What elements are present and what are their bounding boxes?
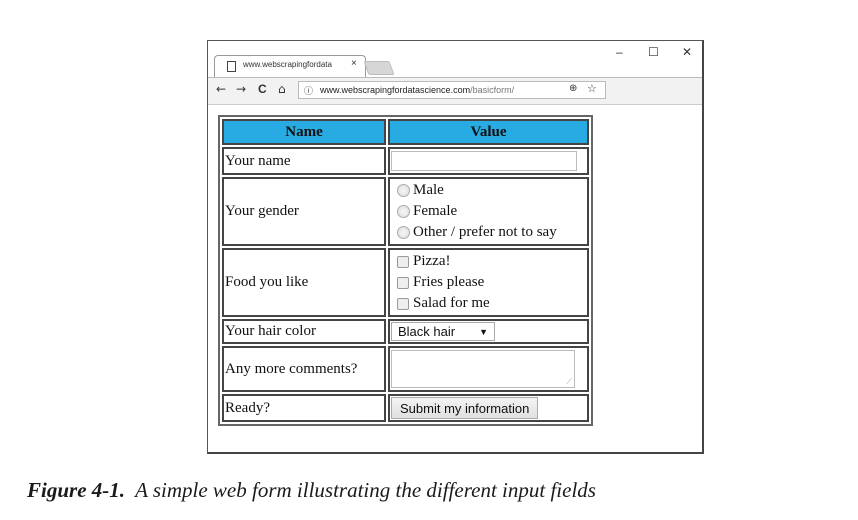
maximize-icon[interactable]: ☐: [648, 45, 659, 59]
page-icon: [227, 61, 236, 72]
form-table: Name Value Your name Your gender Male Fe…: [218, 115, 593, 426]
value-cell: Pizza! Fries please Salad for me: [388, 248, 589, 317]
option-label: Pizza!: [413, 253, 451, 269]
value-cell: [388, 147, 589, 175]
label-your-gender: Your gender: [222, 177, 386, 246]
select-value: Black hair: [398, 324, 456, 339]
forward-icon[interactable]: →: [236, 82, 246, 96]
option-label: Male: [413, 182, 444, 198]
figure-caption: Figure 4-1. A simple web form illustrati…: [27, 478, 596, 503]
title-bar: www.webscrapingfordata × – ☐ ✕: [208, 41, 702, 77]
option-label: Female: [413, 203, 458, 219]
gender-option-female[interactable]: Female: [391, 201, 586, 222]
radio-button[interactable]: [397, 226, 410, 239]
resize-grip-icon[interactable]: ⟋: [566, 377, 572, 387]
label-hair-color: Your hair color: [222, 319, 386, 344]
table-row: Your name: [222, 147, 589, 175]
comments-textarea[interactable]: ⟋: [391, 350, 575, 388]
checkbox[interactable]: [397, 255, 409, 268]
value-cell: Black hair ▼: [388, 319, 589, 344]
label-your-name: Your name: [222, 147, 386, 175]
label-food: Food you like: [222, 248, 386, 317]
option-label: Other / prefer not to say: [413, 224, 557, 240]
header-name: Name: [222, 119, 386, 145]
value-cell: ⟋: [388, 346, 589, 392]
browser-window: www.webscrapingfordata × – ☐ ✕ ← → C ⌂ ⓘ…: [207, 40, 704, 454]
label-comments: Any more comments?: [222, 346, 386, 392]
info-icon[interactable]: ⓘ: [304, 84, 313, 97]
url-host: www.webscrapingfordatascience.com: [320, 85, 471, 95]
tab-title: www.webscrapingfordata: [243, 60, 332, 69]
figure-text: A simple web form illustrating the diffe…: [135, 478, 596, 502]
browser-tab[interactable]: www.webscrapingfordata ×: [214, 55, 366, 77]
table-row: Any more comments? ⟋: [222, 346, 589, 392]
url-text: www.webscrapingfordatascience.com/basicf…: [320, 85, 514, 95]
food-option-pizza[interactable]: Pizza!: [391, 251, 586, 272]
radio-button[interactable]: [397, 205, 410, 218]
address-bar[interactable]: ⓘ www.webscrapingfordatascience.com/basi…: [298, 81, 606, 99]
dropdown-arrow-icon: ▼: [479, 326, 488, 337]
table-row: Food you like Pizza! Fries please Salad …: [222, 248, 589, 317]
option-label: Salad for me: [413, 295, 490, 311]
new-tab-button[interactable]: [363, 61, 395, 75]
hair-color-select[interactable]: Black hair ▼: [391, 322, 495, 341]
value-cell: Male Female Other / prefer not to say: [388, 177, 589, 246]
back-icon[interactable]: ←: [216, 82, 226, 96]
minimize-icon[interactable]: –: [616, 45, 623, 59]
reload-icon[interactable]: C: [258, 82, 267, 96]
table-row: Your gender Male Female Other / prefer n…: [222, 177, 589, 246]
food-option-salad[interactable]: Salad for me: [391, 293, 586, 314]
radio-button[interactable]: [397, 184, 410, 197]
tab-close-icon[interactable]: ×: [351, 58, 357, 69]
zoom-icon[interactable]: ⊕: [569, 83, 577, 94]
figure-label: Figure 4-1.: [27, 478, 126, 502]
value-cell: Submit my information: [388, 394, 589, 422]
browser-toolbar: ← → C ⌂ ⓘ www.webscrapingfordatascience.…: [208, 77, 702, 105]
option-label: Fries please: [413, 274, 485, 290]
close-icon[interactable]: ✕: [682, 45, 692, 59]
header-value: Value: [388, 119, 589, 145]
checkbox[interactable]: [397, 297, 409, 310]
home-icon[interactable]: ⌂: [278, 82, 286, 96]
gender-option-male[interactable]: Male: [391, 180, 586, 201]
table-row: Ready? Submit my information: [222, 394, 589, 422]
table-row: Your hair color Black hair ▼: [222, 319, 589, 344]
gender-option-other[interactable]: Other / prefer not to say: [391, 222, 586, 243]
bookmark-star-icon[interactable]: ☆: [587, 82, 597, 95]
url-path: /basicform/: [470, 85, 515, 95]
name-input[interactable]: [391, 151, 577, 171]
submit-button[interactable]: Submit my information: [391, 397, 539, 419]
label-ready: Ready?: [222, 394, 386, 422]
checkbox[interactable]: [397, 276, 409, 289]
header-row: Name Value: [222, 119, 589, 145]
food-option-fries[interactable]: Fries please: [391, 272, 586, 293]
